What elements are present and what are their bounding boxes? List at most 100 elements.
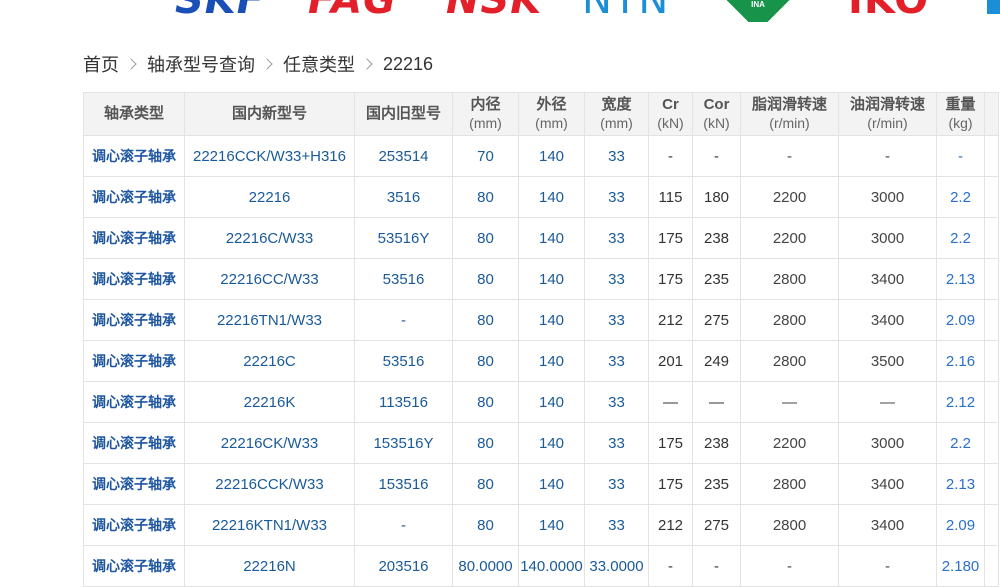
- header-label: 脂润滑转速: [751, 96, 827, 113]
- cell-new-model[interactable]: 22216C: [184, 340, 355, 382]
- cell-extra: [984, 340, 999, 382]
- header-unit: (kN): [657, 115, 684, 131]
- cell-bearing-type[interactable]: 调心滚子轴承: [83, 299, 185, 341]
- cell-bearing-type[interactable]: 调心滚子轴承: [83, 217, 185, 259]
- brand-logo-partial[interactable]: [987, 0, 1000, 14]
- chevron-right-icon: [125, 58, 137, 70]
- breadcrumb-bearing-search-link[interactable]: 轴承型号查询: [147, 51, 255, 77]
- cell-weight: 2.12: [936, 381, 985, 423]
- cell-cor: —: [692, 381, 741, 423]
- iko-logo[interactable]: IKO: [848, 0, 929, 20]
- table-row[interactable]: 调心滚子轴承 22216CCK/W33 153516 80 140 33 175 235 280…: [83, 463, 999, 505]
- table-header-row: 轴承类型 国内新型号 国内旧型号 内径 (mm) 外径 (mm) 宽度 (mm) Cr (kN) Co…: [83, 92, 999, 136]
- header-label: 内径: [470, 96, 501, 113]
- cell-width: 33.0000: [584, 545, 649, 587]
- cell-bearing-type[interactable]: 调心滚子轴承: [83, 545, 185, 587]
- header-unit: (kg): [948, 115, 973, 131]
- table-row[interactable]: 调心滚子轴承 22216C/W33 53516Y 80 140 33 175 238 2200 3…: [83, 217, 999, 259]
- cell-cr: 175: [648, 463, 693, 505]
- cell-old-model: 53516: [354, 258, 453, 300]
- cell-bearing-type[interactable]: 调心滚子轴承: [83, 135, 185, 177]
- cell-new-model[interactable]: 22216CCK/W33: [184, 463, 355, 505]
- cell-cor: 180: [692, 176, 741, 218]
- cell-bearing-type[interactable]: 调心滚子轴承: [83, 422, 185, 464]
- cell-width: 33: [584, 299, 649, 341]
- table-row[interactable]: 调心滚子轴承 22216KTN1/W33-80 140 33 212 275 2800 340…: [83, 504, 999, 546]
- cell-cr: 175: [648, 217, 693, 259]
- cell-inner-diameter: 80: [452, 258, 519, 300]
- breadcrumb-home-link[interactable]: 首页: [83, 51, 119, 77]
- fag-logo[interactable]: FAG: [308, 0, 397, 20]
- cell-outer-diameter: 140: [518, 340, 585, 382]
- cell-oil-speed: 3500: [838, 340, 937, 382]
- cell-outer-diameter: 140: [518, 176, 585, 218]
- cell-bearing-type[interactable]: 调心滚子轴承: [83, 504, 185, 546]
- cell-oil-speed: -: [838, 545, 937, 587]
- cell-cor: 238: [692, 217, 741, 259]
- cell-new-model[interactable]: 22216K: [184, 381, 355, 423]
- header-outer-diameter: 外径 (mm): [518, 92, 585, 136]
- cell-cor: -: [692, 135, 741, 177]
- table-row[interactable]: 调心滚子轴承 22216CK/W33 153516Y 80 140 33 175 238 220…: [83, 422, 999, 464]
- header-label: Cor: [703, 96, 730, 113]
- cell-outer-diameter: 140.0000: [518, 545, 585, 587]
- cell-new-model[interactable]: 22216: [184, 176, 355, 218]
- header-unit: (mm): [535, 115, 568, 131]
- cell-grease-speed: 2800: [740, 463, 839, 505]
- table-row[interactable]: 调心滚子轴承 22216N 203516 80.0000 140.0000 33.0000…: [83, 545, 999, 587]
- header-unit: (r/min): [867, 115, 908, 131]
- table-row[interactable]: 调心滚子轴承 22216C 53516 80 140 33 201 249 2800 3500 2.…: [83, 340, 999, 382]
- cell-bearing-type[interactable]: 调心滚子轴承: [83, 176, 185, 218]
- cell-cr: —: [648, 381, 693, 423]
- cell-old-model: 153516: [354, 463, 453, 505]
- header-weight: 重量 (kg): [936, 92, 985, 136]
- cell-new-model[interactable]: 22216CC/W33: [184, 258, 355, 300]
- cell-oil-speed: —: [838, 381, 937, 423]
- cell-new-model[interactable]: 22216CK/W33: [184, 422, 355, 464]
- cell-outer-diameter: 140: [518, 299, 585, 341]
- cell-inner-diameter: 80: [452, 340, 519, 382]
- breadcrumb-any-type-link[interactable]: 任意类型: [283, 51, 355, 77]
- cell-oil-speed: 3000: [838, 176, 937, 218]
- cell-weight: 2.180: [936, 545, 985, 587]
- cell-bearing-type[interactable]: 调心滚子轴承: [83, 258, 185, 300]
- cell-grease-speed: 2800: [740, 340, 839, 382]
- cell-new-model[interactable]: 22216N: [184, 545, 355, 587]
- header-width: 宽度 (mm): [584, 92, 649, 136]
- cell-bearing-type[interactable]: 调心滚子轴承: [83, 463, 185, 505]
- cell-new-model[interactable]: 22216CCK/W33+H316: [184, 135, 355, 177]
- header-old-model: 国内旧型号: [354, 92, 453, 136]
- cell-outer-diameter: 140: [518, 217, 585, 259]
- cell-bearing-type[interactable]: 调心滚子轴承: [83, 340, 185, 382]
- breadcrumb: 首页 轴承型号查询 任意类型 22216: [83, 52, 433, 76]
- cell-oil-speed: 3400: [838, 258, 937, 300]
- table-row[interactable]: 调心滚子轴承 22216TN1/W33-80 140 33 212 275 2800 3400…: [83, 299, 999, 341]
- header-unit: (mm): [469, 115, 502, 131]
- cell-new-model[interactable]: 22216KTN1/W33: [184, 504, 355, 546]
- header-label: 宽度: [601, 96, 632, 113]
- cell-new-model[interactable]: 22216C/W33: [184, 217, 355, 259]
- table-row[interactable]: 调心滚子轴承 22216 3516 80 140 33 115 180 2200 3000 2.2: [83, 176, 999, 218]
- cell-cr: 212: [648, 299, 693, 341]
- cell-bearing-type[interactable]: 调心滚子轴承: [83, 381, 185, 423]
- cell-grease-speed: 2200: [740, 176, 839, 218]
- skf-logo[interactable]: SKF: [175, 0, 265, 20]
- cell-old-model: 153516Y: [354, 422, 453, 464]
- cell-weight: 2.16: [936, 340, 985, 382]
- cell-cor: 238: [692, 422, 741, 464]
- table-row[interactable]: 调心滚子轴承 22216CCK/W33+H316 253514 70 140 33- - - -…: [83, 135, 999, 177]
- cell-inner-diameter: 80.0000: [452, 545, 519, 587]
- header-cr: Cr (kN): [648, 92, 693, 136]
- table-row[interactable]: 调心滚子轴承 22216CC/W33 53516 80 140 33 175 235 2800 3…: [83, 258, 999, 300]
- cell-width: 33: [584, 176, 649, 218]
- cell-width: 33: [584, 504, 649, 546]
- cell-extra: [984, 463, 999, 505]
- table-row[interactable]: 调心滚子轴承 22216K 113516 80 140 33— — — —2.12: [83, 381, 999, 423]
- cell-inner-diameter: 80: [452, 504, 519, 546]
- ntn-logo[interactable]: NTN: [582, 0, 669, 20]
- cell-cor: 275: [692, 504, 741, 546]
- nsk-logo[interactable]: NSK: [446, 0, 542, 20]
- cell-new-model[interactable]: 22216TN1/W33: [184, 299, 355, 341]
- cell-cor: -: [692, 545, 741, 587]
- cell-cor: 249: [692, 340, 741, 382]
